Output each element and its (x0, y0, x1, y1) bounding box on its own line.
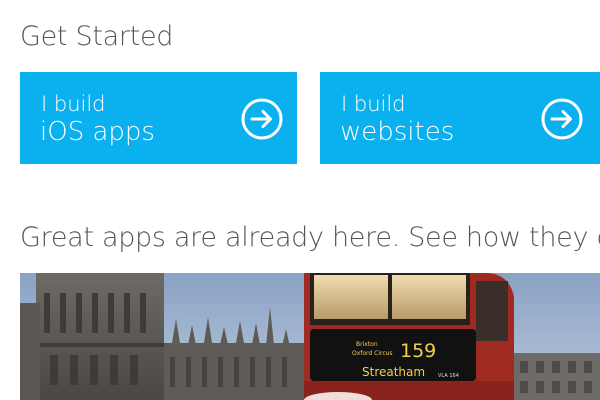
tile-small-label: I build (41, 92, 106, 116)
bus-plate: VLA 164 (438, 373, 459, 379)
get-started-heading: Get Started (20, 21, 174, 52)
bus-sign-line2: Oxford Circus (352, 350, 393, 357)
bus-destination: Streatham (362, 365, 425, 379)
tile-title: iOS apps (40, 117, 155, 147)
tile-small-label: I build (341, 92, 406, 116)
showcase-heading: Great apps are already here. See how the… (20, 222, 600, 253)
ios-apps-tile[interactable]: I build iOS apps (20, 72, 297, 164)
london-bus-photo: Brixton Oxford Circus 159 Streatham VLA … (20, 273, 600, 400)
page: Get Started I build iOS apps I build web… (0, 0, 600, 400)
arrow-right-circle-icon (241, 98, 283, 140)
showcase-photo[interactable]: Brixton Oxford Circus 159 Streatham VLA … (20, 273, 600, 400)
bus-route-number: 159 (400, 340, 436, 362)
tile-title: websites (340, 117, 455, 147)
websites-tile[interactable]: I build websites (320, 72, 600, 164)
arrow-right-circle-icon (541, 98, 583, 140)
bus-sign-line1: Brixton (356, 341, 378, 348)
